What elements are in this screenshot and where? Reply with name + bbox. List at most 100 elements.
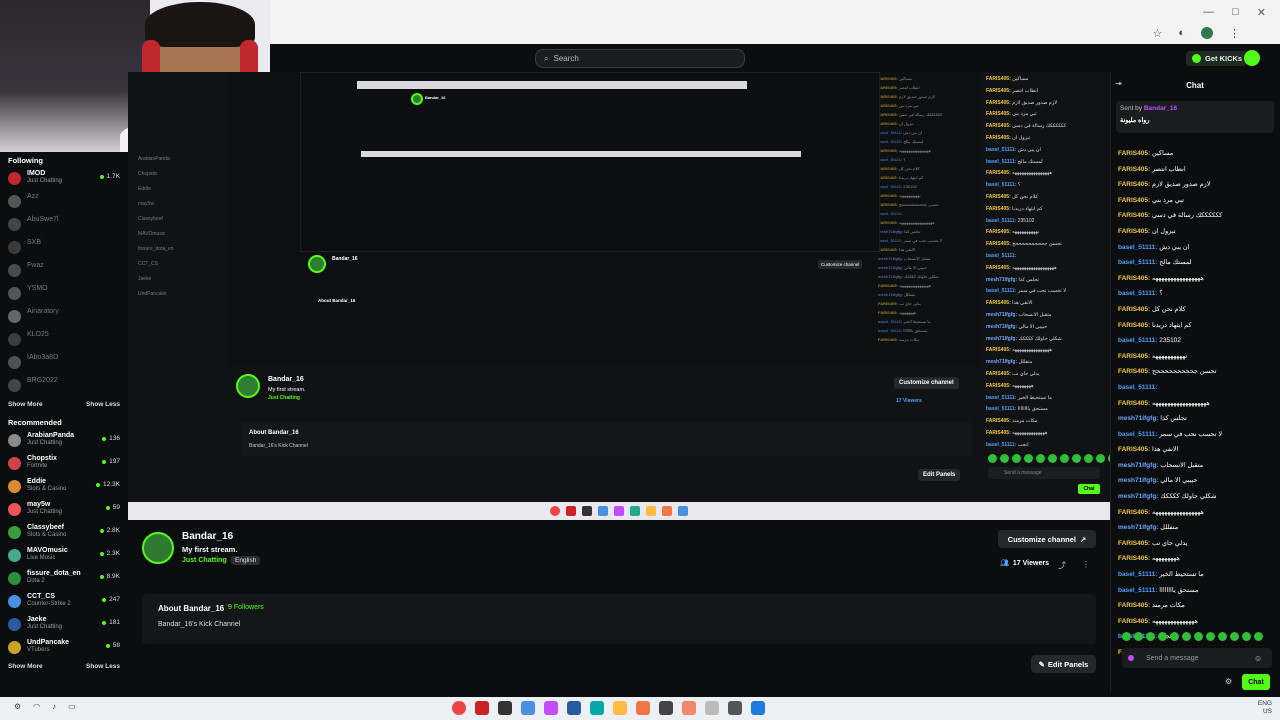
wifi-icon[interactable]: ◠ xyxy=(33,702,40,711)
pinned-message[interactable]: Sent by Bandar_16 رواه مليونة xyxy=(1116,101,1274,133)
chat-username[interactable]: FARIS405: xyxy=(1118,212,1152,219)
chat-username[interactable]: FARIS405: xyxy=(1118,353,1152,360)
chat-username[interactable]: FARIS405: xyxy=(1118,509,1152,516)
sidebar-channel[interactable]: Chopstix Fortnite 197 xyxy=(0,454,128,477)
get-kicks-button[interactable]: Get KICKs xyxy=(1186,51,1249,66)
sidebar-channel[interactable]: AbuSwe7l xyxy=(0,215,128,238)
language-tag[interactable]: English xyxy=(231,556,261,565)
chat-message[interactable]: FARIS405: كم ايثهاد دريدنا xyxy=(1118,318,1278,334)
edge-icon[interactable] xyxy=(590,701,604,715)
chat-message[interactable]: FARIS405: ههههههههههههههههه xyxy=(1118,271,1278,287)
emote-icon[interactable] xyxy=(1146,632,1155,641)
emote-icon[interactable] xyxy=(1254,632,1263,641)
chat-username[interactable]: FARIS405: xyxy=(1118,275,1152,282)
emote-icon[interactable] xyxy=(1158,632,1167,641)
chat-message[interactable]: FARIS405: نههههههههههه xyxy=(1118,349,1278,365)
sidebar-channel[interactable]: Jaeke Just Chatting 181 xyxy=(0,615,128,638)
emoji-icon[interactable]: ☺ xyxy=(1254,654,1262,663)
emote-icon[interactable] xyxy=(1170,632,1179,641)
sidebar-channel[interactable]: UndPancake VTubers 58 xyxy=(0,638,128,661)
chat-username[interactable]: basel_51111: xyxy=(1118,244,1159,251)
chat-message[interactable]: basel_51111: ان يبي دش xyxy=(1118,240,1278,256)
emote-icon[interactable] xyxy=(1122,632,1131,641)
chat-message[interactable]: FARIS405: الانفي هذا xyxy=(1118,442,1278,458)
chat-message[interactable]: FARIS405: ههههههههههههههه xyxy=(1118,614,1278,630)
chat-username[interactable]: FARIS405: xyxy=(1118,555,1152,562)
chat-username[interactable]: basel_51111: xyxy=(1118,431,1159,438)
app-icon[interactable] xyxy=(636,701,650,715)
chat-username[interactable]: mesh71Ifgfg: xyxy=(1118,462,1160,469)
chat-username[interactable]: basel_51111: xyxy=(1118,290,1159,297)
chat-message[interactable]: FARIS405: ههههههههههههههههه xyxy=(1118,505,1278,521)
chat-message[interactable]: mesh71Ifgfg: متقبل الانسحاب xyxy=(1118,458,1278,474)
app-icon[interactable] xyxy=(544,701,558,715)
maximize-icon[interactable]: □ xyxy=(1232,6,1239,19)
emote-icon[interactable] xyxy=(1206,632,1215,641)
chat-username[interactable]: mesh71Ifgfg: xyxy=(1118,415,1160,422)
chat-username[interactable]: FARIS405: xyxy=(1118,400,1152,407)
search-input[interactable]: ⌕ Search xyxy=(535,49,745,68)
chat-username[interactable]: basel_51111: xyxy=(1118,587,1159,594)
obs-icon[interactable] xyxy=(498,701,512,715)
chrome-icon[interactable] xyxy=(452,701,466,715)
emote-icon[interactable] xyxy=(1230,632,1239,641)
chat-username[interactable]: FARIS405: xyxy=(1118,228,1152,235)
chat-username[interactable]: basel_51111: xyxy=(1118,571,1159,578)
app-icon[interactable] xyxy=(659,701,673,715)
chat-message[interactable]: basel_51111: ؟ xyxy=(1118,286,1278,302)
app-icon[interactable] xyxy=(705,701,719,715)
chat-username[interactable]: basel_51111: xyxy=(1118,384,1157,391)
sidebar-channel[interactable]: IAbo3a8D xyxy=(0,353,128,376)
chat-username[interactable]: FARIS405: xyxy=(1118,166,1152,173)
chat-username[interactable]: FARIS405: xyxy=(1118,322,1152,329)
profile-avatar[interactable] xyxy=(1201,27,1213,39)
sidebar-channel[interactable]: Fwaz xyxy=(0,261,128,284)
app-icon[interactable] xyxy=(475,701,489,715)
chat-message[interactable]: FARIS405: يدلي جاي نب xyxy=(1118,536,1278,552)
edit-panels-button[interactable]: ✎ Edit Panels xyxy=(1031,655,1096,673)
emote-icon[interactable] xyxy=(1182,632,1191,641)
stream-category[interactable]: Just Chatting xyxy=(182,557,227,564)
sidebar-channel[interactable]: fissure_dota_en Dota 2 8.9K xyxy=(0,569,128,592)
sidebar-channel[interactable]: Eddie Slots & Casino 12.3K xyxy=(0,477,128,500)
show-more-recommended[interactable]: Show More xyxy=(8,663,43,670)
minimize-icon[interactable]: — xyxy=(1203,6,1214,19)
sidebar-channel[interactable]: SXB xyxy=(0,238,128,261)
sidebar-channel[interactable]: Classybeef Slots & Casino 2.8K xyxy=(0,523,128,546)
start-icon[interactable] xyxy=(751,701,765,715)
chat-username[interactable]: FARIS405: xyxy=(1118,306,1152,313)
chat-username[interactable]: FARIS405: xyxy=(1118,197,1152,204)
chat-username[interactable]: basel_51111: xyxy=(1118,259,1159,266)
chat-message[interactable]: FARIS405: مكات مرمند xyxy=(1118,598,1278,614)
chat-username[interactable]: FARIS405: xyxy=(1118,540,1152,547)
chat-settings-icon[interactable]: ⚙ xyxy=(1225,677,1232,686)
search-icon[interactable] xyxy=(728,701,742,715)
chat-username[interactable]: FARIS405: xyxy=(1118,181,1152,188)
chat-message[interactable]: mesh71Ifgfg: شكلي حاولك ككككك xyxy=(1118,489,1278,505)
sidebar-channel[interactable]: Azz xyxy=(0,192,128,215)
chat-username[interactable]: mesh71Ifgfg: xyxy=(1118,524,1160,531)
chat-message[interactable]: mesh71Ifgfg: متفللل xyxy=(1118,520,1278,536)
chat-message[interactable]: basel_51111: لمستك مالح xyxy=(1118,255,1278,271)
chat-message[interactable]: FARIS405: مساكين xyxy=(1118,146,1278,162)
sidebar-channel[interactable]: IMOD Just Chatting 1.7K xyxy=(0,169,128,192)
sidebar-channel[interactable]: may5w Just Chatting 59 xyxy=(0,500,128,523)
customize-channel-button[interactable]: Customize channel ↗ xyxy=(998,530,1096,548)
chat-username[interactable]: basel_51111: xyxy=(1118,337,1159,344)
emote-icon[interactable] xyxy=(1242,632,1251,641)
show-more-following[interactable]: Show More xyxy=(8,401,43,408)
chat-message[interactable]: basel_51111: مستحق ياااااااا xyxy=(1118,583,1278,599)
more-options-icon[interactable]: ⋮ xyxy=(1082,560,1090,569)
chat-message[interactable]: FARIS405: انطاب انتصر xyxy=(1118,162,1278,178)
sidebar-channel[interactable]: KLO25 xyxy=(0,330,128,353)
chat-username[interactable]: FARIS405: xyxy=(1118,150,1152,157)
menu-icon[interactable]: ⋮ xyxy=(1229,27,1240,40)
widgets-icon[interactable]: ⚙ xyxy=(14,702,21,711)
chat-message[interactable]: FARIS405: ككككككك رسالة في دسي xyxy=(1118,208,1278,224)
chat-message[interactable]: basel_51111: 235102 xyxy=(1118,333,1278,349)
chat-message[interactable]: FARIS405: ههههههههههههههههههه xyxy=(1118,396,1278,412)
chat-message[interactable]: FARIS405: كلام نحن كل xyxy=(1118,302,1278,318)
sidebar-channel[interactable]: ArabianPanda Just Chatting 136 xyxy=(0,431,128,454)
explorer-icon[interactable] xyxy=(613,701,627,715)
star-icon[interactable]: ☆ xyxy=(1152,27,1162,40)
